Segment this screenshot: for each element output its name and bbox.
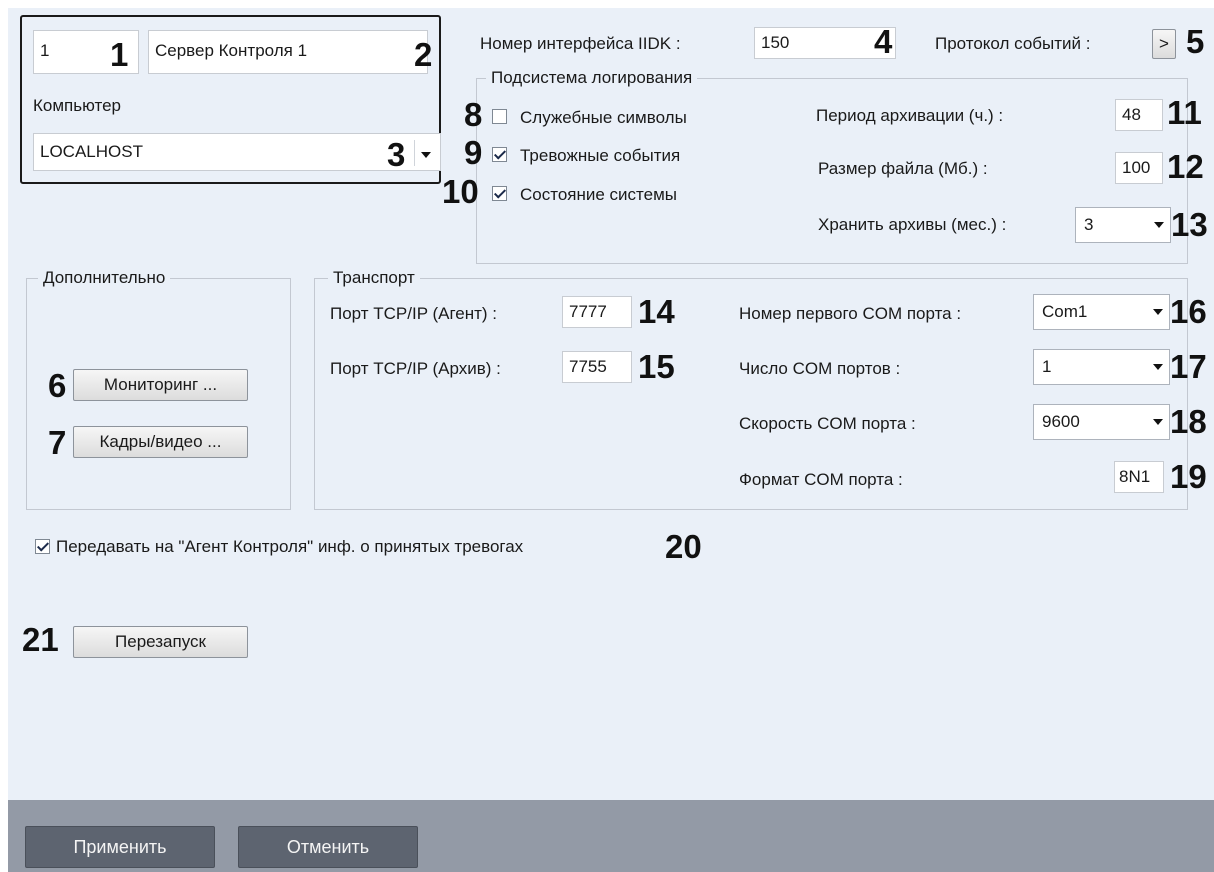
apply-button[interactable]: Применить <box>25 826 215 868</box>
com-count-label: Число COM портов : <box>739 359 901 378</box>
chevron-down-icon <box>1153 419 1163 425</box>
com-speed-value: 9600 <box>1042 412 1080 431</box>
system-state-label: Состояние системы <box>520 185 678 204</box>
tcp-archive-label: Порт TCP/IP (Архив) : <box>330 359 501 378</box>
callout-3: 3 <box>387 136 406 173</box>
chevron-down-icon <box>1153 364 1163 370</box>
iidk-label: Номер интерфейса IIDK : <box>480 34 681 53</box>
com-speed-combo[interactable]: 9600 <box>1033 404 1170 440</box>
frames-video-button[interactable]: Кадры/видео ... <box>73 426 248 458</box>
keep-archives-label: Хранить архивы (мес.) : <box>818 215 1007 234</box>
monitoring-button[interactable]: Мониторинг ... <box>73 369 248 401</box>
computer-combo[interactable]: LOCALHOST <box>33 133 441 171</box>
archive-period-label: Период архивации (ч.) : <box>816 106 1004 125</box>
callout-7: 7 <box>48 424 67 461</box>
chevron-down-icon <box>1154 222 1164 228</box>
callout-21: 21 <box>22 621 59 658</box>
system-state-checkbox[interactable] <box>492 186 507 201</box>
callout-13: 13 <box>1171 206 1208 243</box>
alarm-events-checkbox[interactable] <box>492 147 507 162</box>
com-format-label: Формат COM порта : <box>739 470 903 489</box>
com-count-combo[interactable]: 1 <box>1033 349 1170 385</box>
send-alarms-checkbox[interactable] <box>35 539 50 554</box>
server-name-field[interactable]: Сервер Контроля 1 <box>148 30 428 74</box>
logging-group-title: Подсистема логирования <box>486 68 698 88</box>
callout-14: 14 <box>638 293 675 330</box>
callout-8: 8 <box>464 96 483 133</box>
settings-window: 1 1 Сервер Контроля 1 2 Компьютер LOCALH… <box>0 0 1214 872</box>
callout-18: 18 <box>1170 403 1207 440</box>
file-size-label: Размер файла (Мб.) : <box>818 159 988 178</box>
callout-20: 20 <box>665 528 702 565</box>
callout-9: 9 <box>464 134 483 171</box>
keep-archives-value: 3 <box>1084 215 1094 234</box>
service-symbols-label: Служебные символы <box>520 108 687 127</box>
callout-19: 19 <box>1170 458 1207 495</box>
callout-11: 11 <box>1167 94 1202 131</box>
callout-10: 10 <box>442 173 479 210</box>
com-speed-label: Скорость COM порта : <box>739 414 916 433</box>
transport-group-title: Транспорт <box>328 268 420 288</box>
service-symbols-checkbox[interactable] <box>492 109 507 124</box>
com-format-field[interactable]: 8N1 <box>1114 461 1164 493</box>
callout-2: 2 <box>414 36 433 73</box>
chevron-down-icon <box>1153 309 1163 315</box>
callout-12: 12 <box>1167 148 1204 185</box>
callout-1: 1 <box>110 36 129 73</box>
protocol-button[interactable]: > <box>1152 29 1176 59</box>
cancel-button[interactable]: Отменить <box>238 826 418 868</box>
computer-dropdown-button[interactable] <box>414 140 439 166</box>
alarm-events-label: Тревожные события <box>520 146 681 165</box>
tcp-agent-field[interactable]: 7777 <box>562 296 632 328</box>
callout-15: 15 <box>638 348 675 385</box>
first-com-value: Com1 <box>1042 302 1088 321</box>
callout-17: 17 <box>1170 348 1207 385</box>
first-com-combo[interactable]: Com1 <box>1033 294 1170 330</box>
computer-label: Компьютер <box>33 96 121 115</box>
tcp-archive-field[interactable]: 7755 <box>562 351 632 383</box>
chevron-down-icon <box>421 152 431 158</box>
callout-5: 5 <box>1186 23 1205 60</box>
protocol-label: Протокол событий : <box>935 34 1091 53</box>
callout-6: 6 <box>48 367 67 404</box>
send-alarms-label: Передавать на "Агент Контроля" инф. о пр… <box>56 537 524 556</box>
com-count-value: 1 <box>1042 357 1052 376</box>
first-com-label: Номер первого COM порта : <box>739 304 962 323</box>
additional-group-title: Дополнительно <box>38 268 171 288</box>
callout-16: 16 <box>1170 293 1207 330</box>
archive-period-field[interactable]: 48 <box>1115 99 1163 131</box>
tcp-agent-label: Порт TCP/IP (Агент) : <box>330 304 498 323</box>
keep-archives-combo[interactable]: 3 <box>1075 207 1171 243</box>
restart-button[interactable]: Перезапуск <box>73 626 248 658</box>
callout-4: 4 <box>874 23 893 60</box>
file-size-field[interactable]: 100 <box>1115 152 1163 184</box>
